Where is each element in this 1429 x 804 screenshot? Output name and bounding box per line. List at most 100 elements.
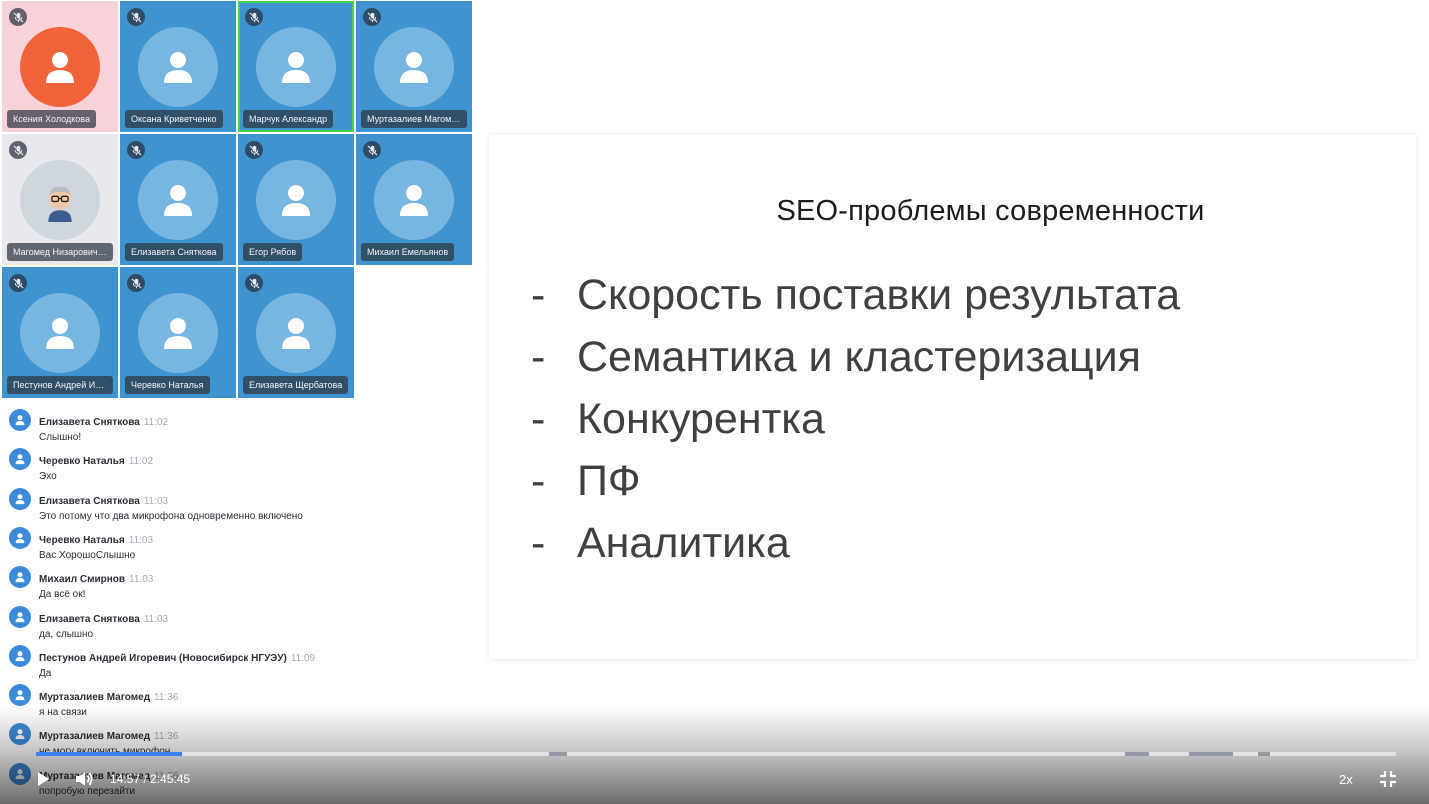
person-icon: [20, 27, 100, 107]
microphone-off-icon: [245, 274, 263, 292]
microphone-off-icon: [127, 274, 145, 292]
participant-name: Егор Рябов: [243, 243, 303, 261]
playback-time: 14:57 / 2:45:45: [110, 772, 191, 786]
user-avatar-icon: [9, 605, 31, 628]
slide-bullet: - Конкурентка: [531, 397, 1180, 459]
participant-grid: Ксения Холодкова Оксана Криветченко Марчук…: [2, 1, 474, 400]
participant-tile[interactable]: Магомед Низарович М...: [2, 134, 118, 265]
participant-name: Черевко Наталья: [125, 376, 210, 394]
participant-tile[interactable]: Елизавета Сняткова: [120, 134, 236, 265]
person-icon: [374, 160, 454, 240]
chat-message-header: Муртазалиев Магомед11:36: [39, 691, 178, 704]
participant-name: Магомед Низарович М...: [7, 243, 113, 261]
volume-button[interactable]: [74, 770, 94, 788]
chat-time: 11:02: [143, 417, 169, 428]
progress-segment-marker: [549, 752, 567, 756]
person-icon: [374, 27, 454, 107]
slide-bullet: - Семантика и кластеризация: [531, 335, 1180, 397]
participant-tile[interactable]: Пестунов Андрей Иго...: [2, 267, 118, 398]
chat-author: Муртазалиев Магомед: [39, 692, 151, 704]
progress-segment-marker: [1258, 752, 1270, 756]
chat-message-header: Черевко Наталья 11:03: [39, 534, 153, 547]
chat-message: Елизавета Сняткова 11:02 Слышно!: [8, 402, 468, 443]
chat-message-header: Елизавета Сняткова 11:03: [39, 495, 168, 508]
microphone-off-icon: [127, 8, 145, 26]
chat-time: 11:02: [128, 456, 154, 468]
chat-message-header: Черевко Наталья 11:02: [39, 455, 153, 468]
slide-bullet-list: - Скорость поставки результата - Семантика …: [531, 273, 1180, 583]
chat-time: 11:03: [129, 574, 154, 586]
user-avatar-icon: [9, 566, 31, 589]
progress-bar[interactable]: [36, 752, 1396, 756]
chat-message-header: Елизавета Сняткова 11:02: [39, 416, 168, 429]
exit-fullscreen-button[interactable]: [1378, 769, 1398, 789]
participant-name: Оксана Криветченко: [125, 110, 223, 128]
chat-time: 11:36: [154, 692, 179, 704]
participant-name: Елизавета Сняткова: [125, 243, 223, 261]
participant-name: Ксения Холодкова: [7, 110, 96, 128]
bullet-marker: -: [531, 395, 546, 443]
participant-tile[interactable]: Оксана Криветченко: [120, 1, 236, 132]
chat-message: Пестунов Андрей Игоревич (Новосибирск НГ…: [8, 638, 468, 679]
progress-played: [36, 752, 182, 756]
avatar: [20, 160, 100, 240]
chat-message-header: Михаил Смирнов 11:03: [39, 573, 153, 586]
exit-fullscreen-icon: [1380, 771, 1396, 787]
chat-time: 11:03: [128, 534, 154, 546]
bullet-marker: -: [531, 457, 546, 505]
participant-name: Михаил Емельянов: [361, 243, 455, 261]
participant-name: Марчук Александр: [243, 110, 334, 128]
volume-icon: [76, 772, 93, 786]
user-avatar-icon: [9, 487, 31, 510]
progress-segment-marker: [1189, 752, 1233, 756]
microphone-off-icon: [9, 274, 27, 292]
bullet-marker: -: [531, 333, 546, 381]
participant-name: Пестунов Андрей Иго...: [7, 376, 113, 394]
chat-message-header: Елизавета Сняткова 11:03: [39, 613, 168, 626]
progress-segment-marker: [1125, 752, 1149, 756]
participant-tile[interactable]: Муртазалиев Магомед: [356, 1, 472, 132]
playback-speed-button[interactable]: 2x: [1339, 772, 1353, 787]
chat-author: Черевко Наталья: [39, 534, 125, 546]
participant-tile[interactable]: Елизавета Щербатова: [238, 267, 354, 398]
user-avatar-icon: [9, 409, 31, 431]
chat-author: Елизавета Сняткова: [39, 495, 140, 507]
chat-time: 11:03: [143, 495, 169, 507]
bullet-marker: -: [531, 271, 546, 319]
user-avatar-icon: [9, 448, 31, 471]
user-avatar-icon: [9, 684, 31, 707]
microphone-off-icon: [363, 141, 381, 159]
chat-message: Елизавета Сняткова 11:03 Это потому что дв…: [8, 481, 468, 522]
user-avatar-icon: [9, 526, 31, 549]
video-call-recording: Ксения Холодкова Оксана Криветченко Марчук…: [0, 0, 1429, 804]
chat-author: Елизавета Сняткова: [39, 613, 140, 625]
play-button[interactable]: [34, 770, 52, 788]
chat-message-header: Пестунов Андрей Игоревич (Новосибирск НГ…: [39, 652, 315, 665]
slide-bullet-text: ПФ: [577, 457, 641, 505]
slide-bullet-text: Скорость поставки результата: [577, 271, 1181, 319]
slide-bullet-text: Конкурентка: [577, 395, 825, 443]
participant-tile[interactable]: Егор Рябов: [238, 134, 354, 265]
person-icon: [20, 293, 100, 373]
microphone-off-icon: [127, 141, 145, 159]
chat-message: Черевко Наталья 11:02 Эхо: [8, 441, 468, 482]
chat-time: 11:03: [143, 613, 169, 625]
bullet-marker: -: [531, 519, 546, 567]
person-icon: [256, 293, 336, 373]
slide-bullet: - Аналитика: [531, 521, 1180, 583]
slide-bullet-text: Аналитика: [577, 519, 790, 567]
participant-tile[interactable]: Михаил Емельянов: [356, 134, 472, 265]
player-controls: 14:57 / 2:45:45 2x: [0, 706, 1429, 804]
slide-bullet: - Скорость поставки результата: [531, 273, 1180, 335]
user-avatar-icon: [9, 644, 31, 667]
microphone-off-icon: [245, 141, 263, 159]
person-icon: [138, 160, 218, 240]
chat-author: Елизавета Сняткова: [39, 417, 140, 428]
chat-time: 11:09: [290, 652, 316, 664]
participant-tile[interactable]: Марчук Александр: [238, 1, 354, 132]
slide-title: SEO-проблемы современности: [776, 195, 1205, 227]
participant-tile[interactable]: Ксения Холодкова: [2, 1, 118, 132]
participant-tile[interactable]: Черевко Наталья: [120, 267, 236, 398]
microphone-off-icon: [9, 141, 27, 159]
microphone-off-icon: [245, 8, 263, 26]
